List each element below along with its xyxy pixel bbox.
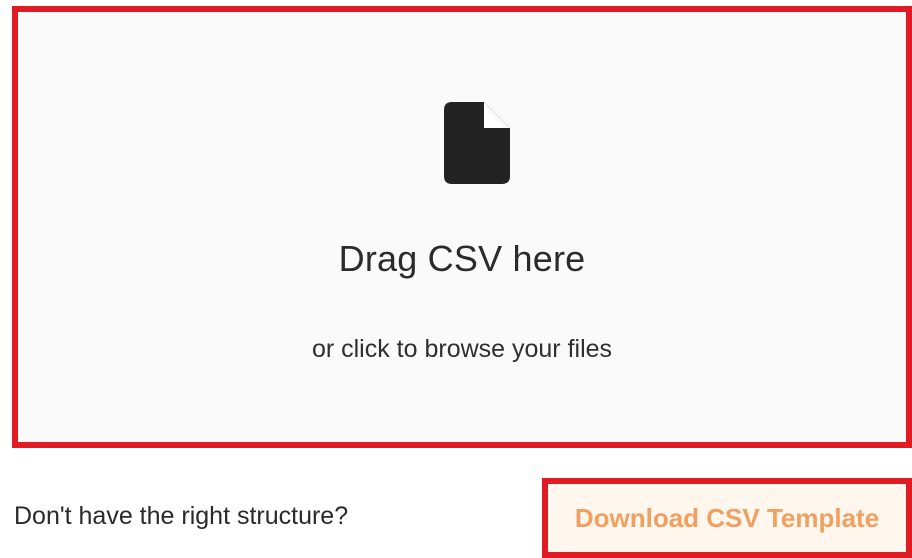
csv-dropzone[interactable]: Drag CSV here or click to browse your fi… [12, 6, 912, 448]
dropzone-subtitle: or click to browse your files [311, 335, 613, 363]
file-icon [444, 102, 510, 184]
structure-prompt: Don't have the right structure? [14, 502, 349, 530]
dropzone-title: Drag CSV here [338, 238, 586, 279]
download-csv-template-button[interactable]: Download CSV Template [542, 478, 912, 558]
